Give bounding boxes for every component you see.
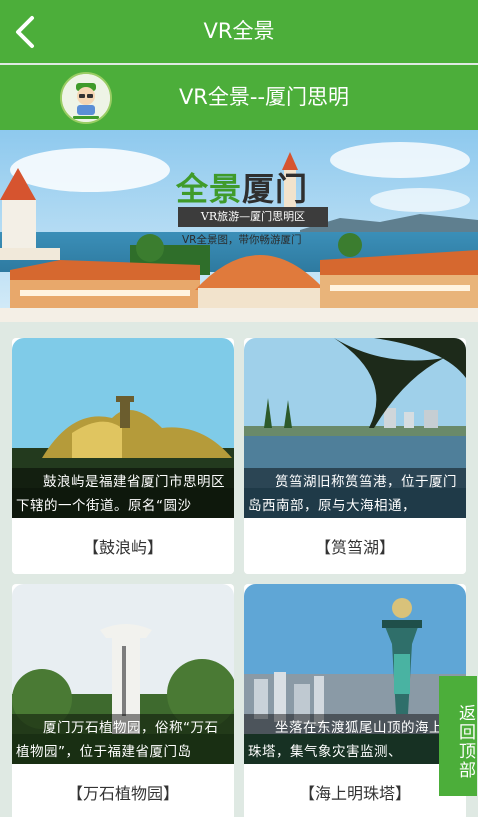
spot-description: 筼筜湖旧称筼筜港，位于厦门岛西南部，原与大海相通， <box>244 468 466 518</box>
spot-description: 坐落在东渡狐尾山顶的海上明珠塔，集气象灾害监测、 <box>244 714 466 764</box>
banner-title-card: 全景厦门 VR旅游—厦门思明区 VR全景图，带你畅游厦门 <box>170 162 330 274</box>
spot-name: 【海上明珠塔】 <box>244 767 466 817</box>
spot-name: 【筼筜湖】 <box>244 521 466 574</box>
mascot-logo-icon <box>60 72 112 124</box>
section-title: VR全景--厦门思明 <box>178 85 350 109</box>
banner-subtitle: VR旅游—厦门思明区 <box>178 207 328 227</box>
spot-image: 筼筜湖旧称筼筜港，位于厦门岛西南部，原与大海相通， <box>244 338 466 518</box>
spot-description: 厦门万石植物园，俗称“万石植物园”，位于福建省厦门岛 <box>12 714 234 764</box>
banner-headline: 全景厦门 <box>176 170 309 208</box>
spot-card-wanshi-botanical-garden[interactable]: 厦门万石植物园，俗称“万石植物园”，位于福建省厦门岛 【万石植物园】 <box>12 584 234 817</box>
top-nav-bar: VR全景 <box>0 0 478 63</box>
spot-card-gulangyu[interactable]: 鼓浪屿是福建省厦门市思明区下辖的一个街道。原名“圆沙 【鼓浪屿】 <box>12 338 234 574</box>
banner-tagline: VR全景图，带你畅游厦门 <box>182 234 302 246</box>
spot-name: 【鼓浪屿】 <box>12 521 234 574</box>
spot-description: 鼓浪屿是福建省厦门市思明区下辖的一个街道。原名“圆沙 <box>12 468 234 518</box>
sub-header: VR全景--厦门思明 <box>0 65 478 130</box>
spot-grid: 鼓浪屿是福建省厦门市思明区下辖的一个街道。原名“圆沙 【鼓浪屿】 筼筜湖旧称筼筜… <box>0 322 478 817</box>
hero-banner: 全景厦门 VR旅游—厦门思明区 VR全景图，带你畅游厦门 <box>0 130 478 322</box>
spot-image: 坐落在东渡狐尾山顶的海上明珠塔，集气象灾害监测、 <box>244 584 466 764</box>
back-to-top-button[interactable]: 返回顶部 <box>439 676 477 796</box>
spot-card-yundang-lake[interactable]: 筼筜湖旧称筼筜港，位于厦门岛西南部，原与大海相通， 【筼筜湖】 <box>244 338 466 574</box>
spot-image: 鼓浪屿是福建省厦门市思明区下辖的一个街道。原名“圆沙 <box>12 338 234 518</box>
spot-image: 厦门万石植物园，俗称“万石植物园”，位于福建省厦门岛 <box>12 584 234 764</box>
spot-name: 【万石植物园】 <box>12 767 234 817</box>
spot-card-pearl-tower[interactable]: 坐落在东渡狐尾山顶的海上明珠塔，集气象灾害监测、 【海上明珠塔】 <box>244 584 466 817</box>
page-title: VR全景 <box>203 19 275 43</box>
